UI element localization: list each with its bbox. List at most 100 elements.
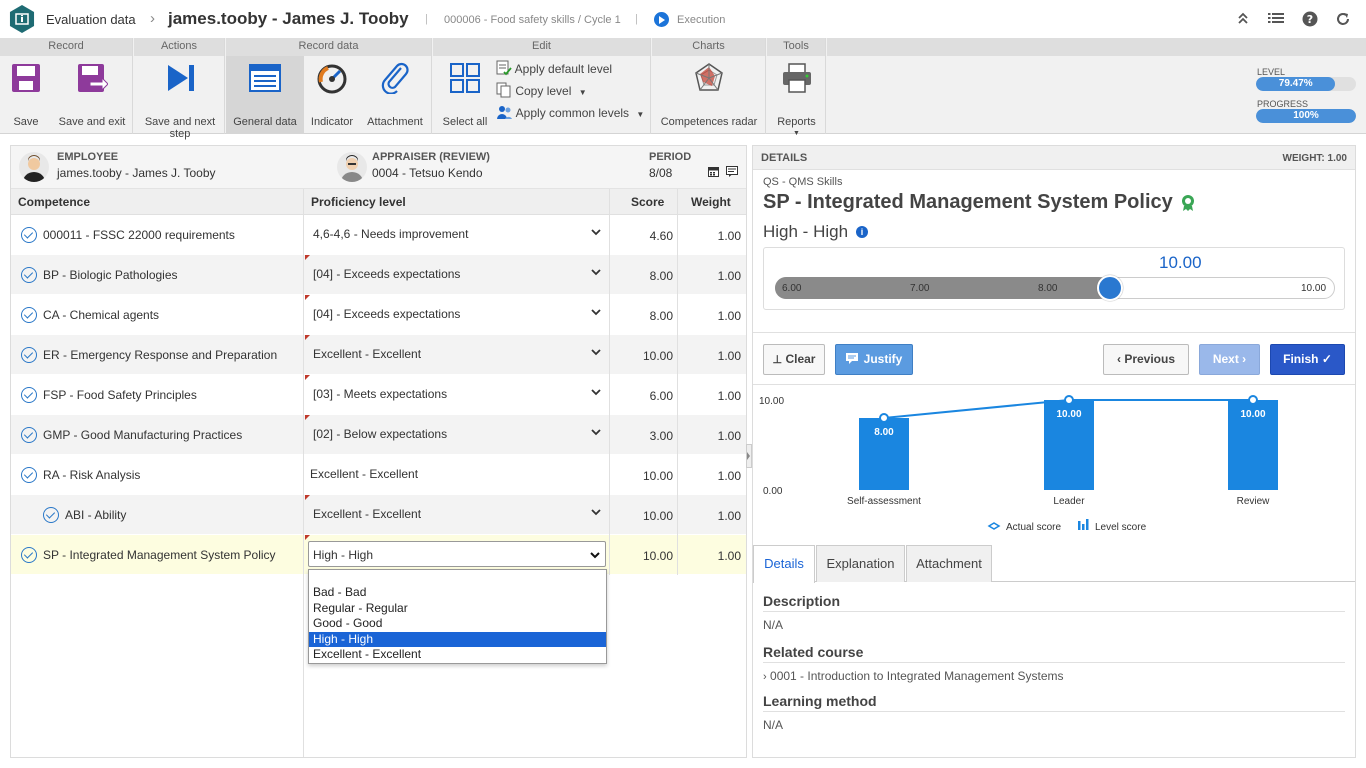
collapse-up-icon[interactable] (1235, 11, 1251, 27)
table-row[interactable]: ABI - Ability Excellent - Excellent 10.00 1… (11, 495, 746, 535)
x-tick-label: Review (1237, 496, 1271, 507)
breadcrumb-root[interactable]: Evaluation data (46, 12, 136, 27)
details-title: DETAILS (761, 152, 808, 164)
course-link[interactable]: 0001 - Introduction to Integrated Manage… (770, 669, 1064, 683)
weight-value: 1.00 (717, 269, 741, 283)
select-all-button[interactable]: Select all (437, 56, 493, 134)
related-course-item[interactable]: › 0001 - Introduction to Integrated Mana… (763, 669, 1064, 683)
proficiency-value[interactable]: [04] - Exceeds expectations (313, 267, 460, 281)
cycle-context: 000006 - Food safety skills / Cycle 1 (444, 14, 621, 26)
table-row[interactable]: GMP - Good Manufacturing Practices [02] -… (11, 415, 746, 455)
info-icon[interactable]: i (856, 226, 868, 238)
copy-level-button[interactable]: Copy level ▼ (496, 82, 587, 100)
save-and-exit-button[interactable]: Save and exit (54, 56, 130, 134)
table-row[interactable]: 000011 - FSSC 22000 requirements 4,6-4,6 … (11, 215, 746, 255)
ribbon-group-edit: Edit Select all Apply default level Copy… (433, 38, 651, 134)
slider-tick: 6.00 (782, 283, 802, 294)
competence-name: FSP - Food Safety Principles (43, 388, 197, 402)
dropdown-option[interactable]: Bad - Bad (309, 585, 606, 600)
next-button[interactable]: Next › (1199, 344, 1260, 375)
chevron-down-icon[interactable] (591, 227, 601, 237)
details-tabs: Details Explanation Attachment (753, 545, 1355, 583)
list-icon[interactable] (1268, 11, 1284, 27)
progress-bar-fill: 100% (1256, 109, 1356, 123)
score-comparison-chart: 10.00 0.00 8.00 10.00 10.00 Self-assessment Le… (759, 395, 1278, 533)
previous-button[interactable]: ‹ Previous (1103, 344, 1189, 375)
table-row[interactable]: RA - Risk Analysis Excellent - Excellent 1… (11, 455, 746, 495)
chevron-down-icon (590, 552, 600, 559)
table-row[interactable]: CA - Chemical agents [04] - Exceeds expec… (11, 295, 746, 335)
calendar-icon[interactable] (708, 166, 719, 180)
weight-value: 1.00 (717, 469, 741, 483)
dropdown-caret-icon: ▼ (578, 88, 587, 97)
proficiency-select[interactable]: High - High (308, 541, 606, 567)
button-label: Attachment (367, 116, 423, 128)
tab-explanation[interactable]: Explanation (816, 545, 905, 582)
proficiency-value[interactable]: 4,6-4,6 - Needs improvement (313, 227, 468, 241)
button-label: Save and exit (58, 116, 126, 128)
divider (753, 384, 1355, 385)
modified-marker (305, 295, 310, 300)
dropdown-option[interactable]: Good - Good (309, 616, 606, 631)
check-circle-icon (21, 427, 37, 443)
button-label: Apply common levels (515, 106, 630, 120)
finish-button[interactable]: Finish ✓ (1270, 344, 1345, 375)
column-weight[interactable]: Weight (691, 195, 731, 209)
table-row[interactable]: FSP - Food Safety Principles [03] - Meets… (11, 375, 746, 415)
chevron-down-icon[interactable] (591, 307, 601, 317)
comment-icon[interactable] (726, 166, 738, 180)
chevron-down-icon[interactable] (591, 507, 601, 517)
chevron-down-icon[interactable] (591, 347, 601, 357)
grid-icon (450, 63, 480, 93)
competence-name: BP - Biologic Pathologies (43, 268, 178, 282)
employee-label: EMPLOYEE (57, 151, 119, 163)
employee-value: james.tooby - James J. Tooby (57, 166, 216, 180)
column-competence[interactable]: Competence (18, 195, 90, 209)
gauge-icon (317, 64, 347, 94)
breadcrumb-separator-icon: › (150, 10, 155, 27)
justify-button[interactable]: Justify (835, 344, 913, 375)
slider-handle[interactable] (1096, 275, 1123, 301)
table-row[interactable]: BP - Biologic Pathologies [04] - Exceeds … (11, 255, 746, 295)
table-row[interactable]: ER - Emergency Response and Preparation E… (11, 335, 746, 375)
proficiency-value[interactable]: [04] - Exceeds expectations (313, 307, 460, 321)
clear-button[interactable]: ⊥ Clear (763, 344, 825, 375)
app-logo-icon[interactable] (9, 5, 35, 33)
apply-default-level-button[interactable]: Apply default level (496, 60, 612, 78)
tab-details[interactable]: Details (753, 545, 815, 583)
proficiency-value[interactable]: [03] - Meets expectations (313, 387, 447, 401)
chevron-down-icon[interactable] (591, 427, 601, 437)
indicator-button[interactable]: Indicator (304, 56, 360, 134)
award-icon (1180, 194, 1196, 215)
apply-common-levels-button[interactable]: Apply common levels ▼ (496, 104, 644, 122)
attachment-button[interactable]: Attachment (360, 56, 430, 134)
group-title: Record (0, 38, 132, 56)
chevron-down-icon[interactable] (591, 267, 601, 277)
help-icon[interactable]: ? (1302, 11, 1318, 27)
proficiency-value[interactable]: Excellent - Excellent (313, 507, 421, 521)
column-score[interactable]: Score (631, 195, 664, 209)
dropdown-option[interactable]: Excellent - Excellent (309, 647, 606, 662)
score-value: 8.00 (649, 269, 673, 283)
dropdown-option[interactable]: High - High (309, 631, 606, 647)
save-icon (12, 64, 40, 92)
appraiser-label: APPRAISER (REVIEW) (372, 151, 490, 163)
reports-button[interactable]: Reports ▼ (769, 56, 824, 137)
table-header: Competence Proficiency level Score Weigh… (11, 189, 746, 215)
dropdown-option[interactable]: Regular - Regular (309, 601, 606, 616)
score-value: 8.00 (649, 309, 673, 323)
chevron-down-icon[interactable] (591, 387, 601, 397)
refresh-icon[interactable] (1335, 11, 1351, 27)
button-label: Finish (1283, 352, 1319, 366)
proficiency-value[interactable]: [02] - Below expectations (313, 427, 447, 441)
button-label: Apply default level (514, 62, 613, 76)
competences-radar-button[interactable]: Competences radar (656, 56, 762, 134)
column-proficiency[interactable]: Proficiency level (311, 195, 406, 209)
save-and-next-step-button[interactable]: Save and next step (138, 56, 222, 140)
proficiency-value[interactable]: Excellent - Excellent (313, 347, 421, 361)
tab-attachment[interactable]: Attachment (906, 545, 992, 582)
general-data-button[interactable]: General data (226, 56, 304, 134)
employee-avatar (19, 152, 49, 182)
save-button[interactable]: Save (2, 56, 50, 134)
actual-score-legend-icon (987, 522, 1001, 530)
